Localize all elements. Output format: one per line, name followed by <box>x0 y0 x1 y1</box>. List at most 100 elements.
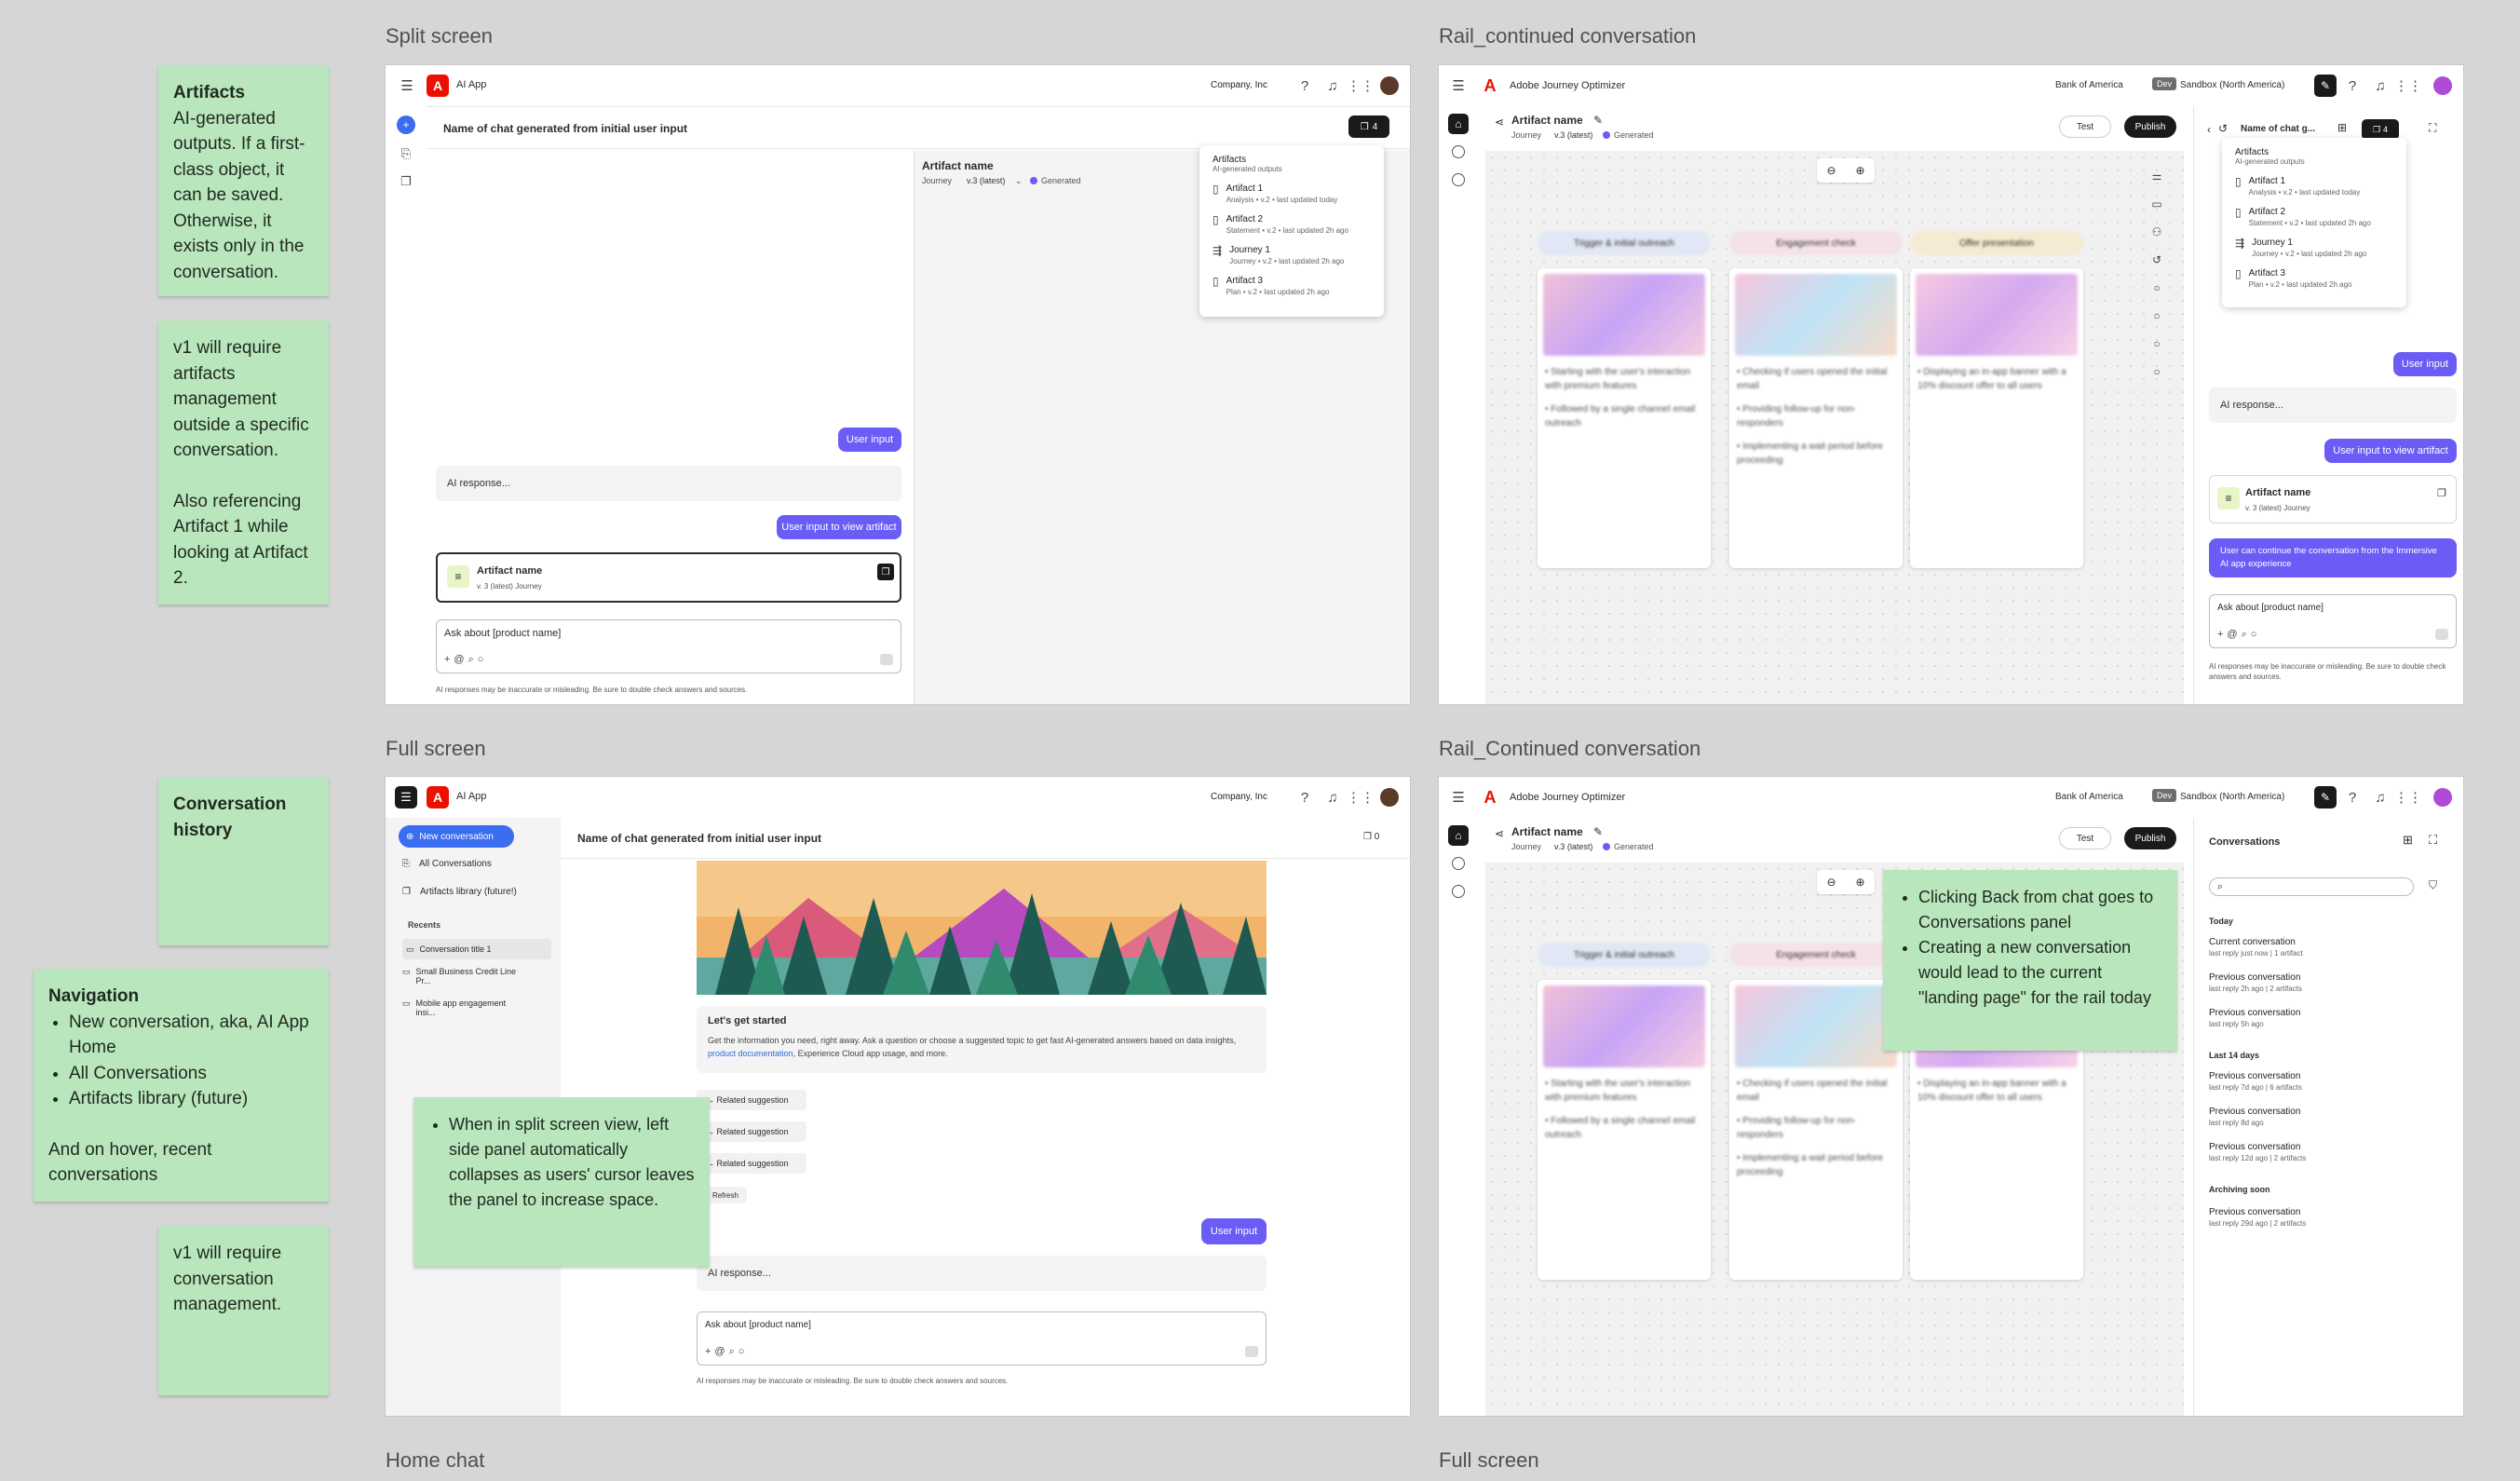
apps-grid-icon[interactable]: ⋮⋮ <box>2394 787 2422 808</box>
artifact-item[interactable]: ▯ Artifact 1 Analysis • v.2 • last updated… <box>1213 183 1371 204</box>
chat-input[interactable]: Ask about [product name] +@⌕○ <box>436 619 901 673</box>
company-name[interactable]: Company, Inc <box>1211 80 1267 90</box>
hamburger-icon[interactable]: ☰ <box>1448 787 1469 808</box>
journey-canvas[interactable]: ⊖ ⊕ Trigger & initial outreach Engagement… <box>1485 151 2184 704</box>
artifact-item[interactable]: ▯ Artifact 1 Analysis • v.2 • last updated… <box>2235 176 2393 197</box>
zoom-out-icon[interactable]: ⊖ <box>1826 876 1836 889</box>
avatar[interactable] <box>2433 76 2452 95</box>
nav-artifacts-library[interactable]: ❐ Artifacts library (future!) <box>402 887 517 897</box>
new-chat-icon[interactable]: ⊞ <box>2337 121 2347 134</box>
artifacts-count-button[interactable]: ❐ 4 <box>1348 115 1389 138</box>
ai-assistant-icon[interactable]: ✎ <box>2314 75 2337 97</box>
artifacts-icon[interactable]: ❐ <box>396 171 416 192</box>
nav-circle-icon[interactable] <box>1452 173 1465 186</box>
search-input[interactable]: ⌕ <box>2209 877 2414 896</box>
recent-item[interactable]: ▭ Conversation title 1 <box>402 939 551 959</box>
zoom-controls[interactable]: ⊖ ⊕ <box>1817 158 1875 183</box>
open-artifact-icon[interactable]: ❐ <box>2437 487 2446 499</box>
related-suggestion-chip[interactable]: → Related suggestion <box>697 1090 806 1110</box>
bell-icon[interactable]: ♫ <box>1322 75 1343 96</box>
conversation-item[interactable]: Current conversation last reply just now … <box>2209 937 2303 958</box>
nav-circle-icon[interactable]: ○ <box>2143 274 2171 302</box>
settings-sliders-icon[interactable]: ⚌ <box>2143 162 2171 190</box>
zoom-out-icon[interactable]: ⊖ <box>1826 164 1836 177</box>
zoom-in-icon[interactable]: ⊕ <box>1855 876 1864 889</box>
related-suggestion-chip[interactable]: → Related suggestion <box>697 1153 806 1174</box>
new-conversation-icon[interactable]: + <box>397 115 415 134</box>
conversation-item[interactable]: Previous conversation last reply 5h ago <box>2209 1008 2300 1028</box>
zoom-in-icon[interactable]: ⊕ <box>1855 164 1864 177</box>
artifact-item[interactable]: ▯ Artifact 3 Plan • v.2 • last updated 2h … <box>1213 276 1371 296</box>
home-icon[interactable]: ⌂ <box>1448 825 1469 846</box>
nav-circle-icon[interactable]: ○ <box>2143 358 2171 386</box>
version-select[interactable]: v.3 (latest) <box>1554 130 1592 140</box>
chevron-down-icon[interactable]: ⌄ <box>1015 176 1023 186</box>
share-icon[interactable]: ⋖ <box>1495 827 1504 840</box>
version-select[interactable]: v.3 (latest) <box>1554 842 1592 851</box>
conversation-item[interactable]: Previous conversation last reply 8d ago <box>2209 1107 2300 1127</box>
comment-icon[interactable]: ▭ <box>2143 190 2171 218</box>
publish-button[interactable]: Publish <box>2124 115 2176 138</box>
edit-icon[interactable]: ✎ <box>1593 114 1603 127</box>
bell-icon[interactable]: ♫ <box>2370 75 2391 96</box>
user-settings-icon[interactable]: ⚇ <box>2143 218 2171 246</box>
nav-circle-icon[interactable] <box>1452 857 1465 870</box>
artifact-version-select[interactable]: v.3 (latest) <box>967 176 1005 185</box>
help-icon[interactable]: ? <box>2342 75 2363 96</box>
publish-button[interactable]: Publish <box>2124 827 2176 849</box>
nav-circle-icon[interactable] <box>1452 145 1465 158</box>
send-icon[interactable] <box>1245 1346 1258 1357</box>
filter-icon[interactable]: ⛉ <box>2429 878 2437 892</box>
help-icon[interactable]: ? <box>1294 75 1315 96</box>
nav-circle-icon[interactable]: ○ <box>2143 330 2171 358</box>
test-button[interactable]: Test <box>2059 115 2111 138</box>
avatar[interactable] <box>1380 788 1399 807</box>
hamburger-icon[interactable]: ☰ <box>1448 75 1469 96</box>
bell-icon[interactable]: ♫ <box>1322 787 1343 808</box>
apps-grid-icon[interactable]: ⋮⋮ <box>1347 75 1375 96</box>
org-name[interactable]: Bank of America <box>2055 792 2123 802</box>
input-tools-icons[interactable]: +@⌕○ <box>2217 629 2260 641</box>
input-tools-icons[interactable]: +@⌕○ <box>444 654 487 666</box>
send-icon[interactable] <box>2435 629 2448 640</box>
sandbox-name[interactable]: Sandbox (North America) <box>2180 792 2284 802</box>
history-icon[interactable]: ↺ <box>2143 246 2171 274</box>
artifact-item[interactable]: ▯ Artifact 2 Statement • v.2 • last update… <box>2235 207 2393 227</box>
test-button[interactable]: Test <box>2059 827 2111 849</box>
apps-grid-icon[interactable]: ⋮⋮ <box>1347 787 1375 808</box>
nav-circle-icon[interactable]: ○ <box>2143 302 2171 330</box>
conversation-item[interactable]: Previous conversation last reply 2h ago |… <box>2209 972 2302 993</box>
product-docs-link[interactable]: product documentation <box>708 1049 793 1058</box>
artifact-item[interactable]: ▯ Artifact 3 Plan • v.2 • last updated 2h … <box>2235 268 2393 289</box>
input-tools-icons[interactable]: +@⌕○ <box>705 1346 748 1358</box>
chat-input[interactable]: Ask about [product name] +@⌕○ <box>2209 594 2457 648</box>
conversation-item[interactable]: Previous conversation last reply 29d ago … <box>2209 1207 2306 1228</box>
artifacts-count-button[interactable]: ❐ 0 <box>1363 832 1379 842</box>
ai-assistant-icon[interactable]: ✎ <box>2314 786 2337 808</box>
edit-icon[interactable]: ✎ <box>1593 825 1603 838</box>
artifact-item[interactable]: ⇶ Journey 1 Journey • v.2 • last updated 2… <box>2235 238 2393 258</box>
history-icon[interactable]: ↺ <box>2218 122 2228 135</box>
conversations-icon[interactable]: ⎘ <box>396 143 416 164</box>
recent-item[interactable]: ▭ Small Business Credit Line Pr... <box>402 967 523 985</box>
related-suggestion-chip[interactable]: → Related suggestion <box>697 1121 806 1142</box>
share-icon[interactable]: ⋖ <box>1495 115 1504 129</box>
expand-icon[interactable]: ⛶ <box>2429 121 2436 135</box>
avatar[interactable] <box>1380 76 1399 95</box>
bell-icon[interactable]: ♫ <box>2370 787 2391 808</box>
nav-circle-icon[interactable] <box>1452 885 1465 898</box>
back-icon[interactable]: ‹ <box>2207 123 2211 136</box>
artifact-card[interactable]: ≡ Artifact name v. 3 (latest) Journey ❐ <box>2209 475 2457 523</box>
artifact-item[interactable]: ⇶ Journey 1 Journey • v.2 • last updated 2… <box>1213 245 1371 265</box>
conversation-item[interactable]: Previous conversation last reply 7d ago |… <box>2209 1071 2302 1092</box>
expand-icon[interactable]: ⛶ <box>2429 833 2437 848</box>
apps-grid-icon[interactable]: ⋮⋮ <box>2394 75 2422 96</box>
open-artifact-icon[interactable]: ❐ <box>877 564 894 580</box>
new-chat-icon[interactable]: ⊞ <box>2403 833 2413 848</box>
company-name[interactable]: Company, Inc <box>1211 792 1267 802</box>
hamburger-icon[interactable]: ☰ <box>397 75 417 96</box>
org-name[interactable]: Bank of America <box>2055 80 2123 90</box>
recent-item[interactable]: ▭ Mobile app engagement insi... <box>402 999 523 1017</box>
chat-input[interactable]: Ask about [product name] +@⌕○ <box>697 1311 1267 1366</box>
sandbox-name[interactable]: Sandbox (North America) <box>2180 80 2284 90</box>
